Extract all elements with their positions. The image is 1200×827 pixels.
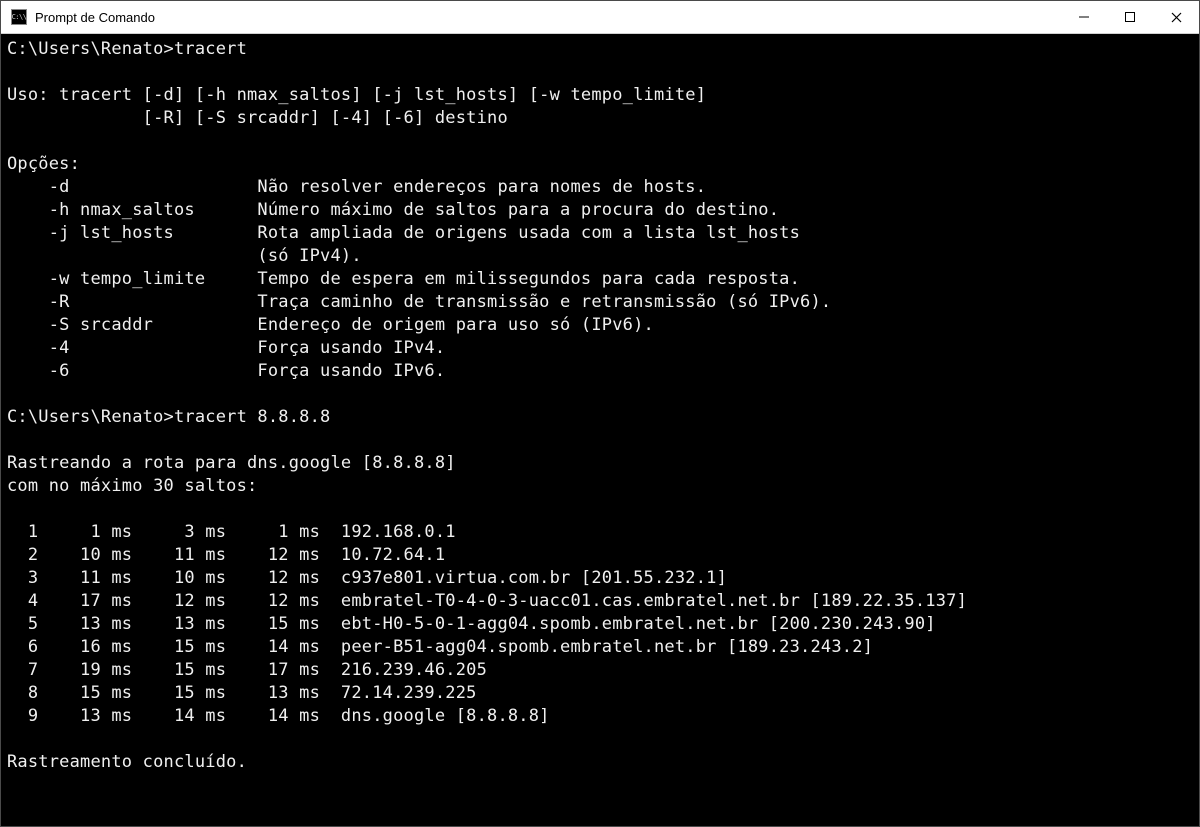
- option-line: -d Não resolver endereços para nomes de …: [7, 177, 706, 197]
- option-line: -6 Força usando IPv6.: [7, 361, 445, 381]
- hop-line: 4 17 ms 12 ms 12 ms embratel-T0-4-0-3-ua…: [7, 591, 967, 611]
- option-line: -4 Força usando IPv4.: [7, 338, 445, 358]
- prompt-line: C:\Users\Renato>tracert: [7, 39, 247, 59]
- trace-header: com no máximo 30 saltos:: [7, 476, 257, 496]
- close-button[interactable]: [1153, 1, 1199, 33]
- terminal-output[interactable]: C:\Users\Renato>tracert Uso: tracert [-d…: [1, 34, 1199, 826]
- hop-line: 1 1 ms 3 ms 1 ms 192.168.0.1: [7, 522, 456, 542]
- usage-line: Uso: tracert [-d] [-h nmax_saltos] [-j l…: [7, 85, 706, 105]
- hop-line: 9 13 ms 14 ms 14 ms dns.google [8.8.8.8]: [7, 706, 550, 726]
- hop-line: 6 16 ms 15 ms 14 ms peer-B51-agg04.spomb…: [7, 637, 873, 657]
- window-title: Prompt de Comando: [35, 10, 1061, 25]
- window-controls: [1061, 1, 1199, 33]
- trace-header: Rastreando a rota para dns.google [8.8.8…: [7, 453, 456, 473]
- hop-line: 2 10 ms 11 ms 12 ms 10.72.64.1: [7, 545, 445, 565]
- usage-line: [-R] [-S srcaddr] [-4] [-6] destino: [7, 108, 508, 128]
- cmd-icon: C:\\: [11, 9, 27, 25]
- options-header: Opções:: [7, 154, 80, 174]
- hop-line: 8 15 ms 15 ms 13 ms 72.14.239.225: [7, 683, 477, 703]
- hop-line: 5 13 ms 13 ms 15 ms ebt-H0-5-0-1-agg04.s…: [7, 614, 936, 634]
- maximize-button[interactable]: [1107, 1, 1153, 33]
- option-line: -S srcaddr Endereço de origem para uso s…: [7, 315, 654, 335]
- option-line: -w tempo_limite Tempo de espera em milis…: [7, 269, 800, 289]
- command-prompt-window: C:\\ Prompt de Comando C:\Users\Renato>t…: [0, 0, 1200, 827]
- hop-line: 3 11 ms 10 ms 12 ms c937e801.virtua.com.…: [7, 568, 727, 588]
- minimize-button[interactable]: [1061, 1, 1107, 33]
- option-line: (só IPv4).: [7, 246, 362, 266]
- option-line: -R Traça caminho de transmissão e retran…: [7, 292, 831, 312]
- titlebar[interactable]: C:\\ Prompt de Comando: [1, 1, 1199, 34]
- hop-line: 7 19 ms 15 ms 17 ms 216.239.46.205: [7, 660, 487, 680]
- option-line: -h nmax_saltos Número máximo de saltos p…: [7, 200, 779, 220]
- option-line: -j lst_hosts Rota ampliada de origens us…: [7, 223, 800, 243]
- trace-done: Rastreamento concluído.: [7, 752, 247, 772]
- prompt-line: C:\Users\Renato>tracert 8.8.8.8: [7, 407, 330, 427]
